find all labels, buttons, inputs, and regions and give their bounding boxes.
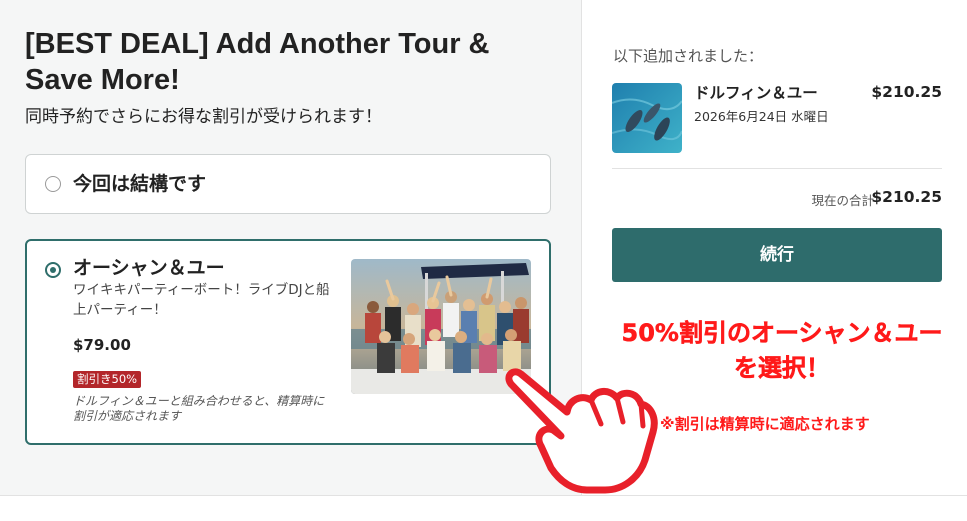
skip-option-card[interactable]: 今回は結構です	[25, 154, 551, 214]
promo-annotation-note: ※割引は精算時に適応されます	[660, 415, 870, 433]
cart-item-date: 2026年6月24日 水曜日	[694, 109, 829, 124]
upsell-panel: [BEST DEAL] Add Another Tour & Save More…	[0, 0, 581, 495]
continue-button[interactable]: 続行	[612, 228, 942, 282]
discount-note: ドルフィン＆ユーと組み合わせると、精算時に割引が適応されます	[73, 394, 325, 423]
booking-page: [BEST DEAL] Add Another Tour & Save More…	[0, 0, 967, 521]
page-title: [BEST DEAL] Add Another Tour & Save More…	[25, 28, 490, 96]
tour-option-card[interactable]: オーシャン＆ユー ワイキキパーティーボート！ライブDJと船上パーティー！ $79…	[25, 239, 551, 445]
skip-option-label: 今回は結構です	[73, 173, 207, 195]
skip-radio[interactable]	[45, 176, 61, 192]
dolphin-thumbnail	[612, 83, 682, 153]
added-label: 以下追加されました：	[613, 47, 764, 65]
cart-divider	[612, 168, 942, 169]
pointing-hand-icon	[497, 360, 667, 500]
tour-description: ワイキキパーティーボート！ライブDJと船上パーティー！	[73, 282, 330, 318]
tour-name: オーシャン＆ユー	[73, 257, 225, 279]
cart-item-name: ドルフィン＆ユー	[694, 84, 818, 102]
tour-radio[interactable]	[45, 262, 61, 278]
total-value: $210.25	[871, 188, 942, 206]
discount-badge: 割引き50%	[73, 371, 142, 388]
footer-strip	[0, 495, 967, 521]
page-subtitle: 同時予約でさらにお得な割引が受けられます！	[25, 107, 382, 127]
tour-price: $79.00	[73, 336, 131, 354]
promo-annotation-line1: 50%割引のオーシャン＆ユー	[621, 319, 943, 348]
cart-item-price: $210.25	[871, 83, 942, 101]
total-label: 現在の合計	[811, 193, 874, 208]
